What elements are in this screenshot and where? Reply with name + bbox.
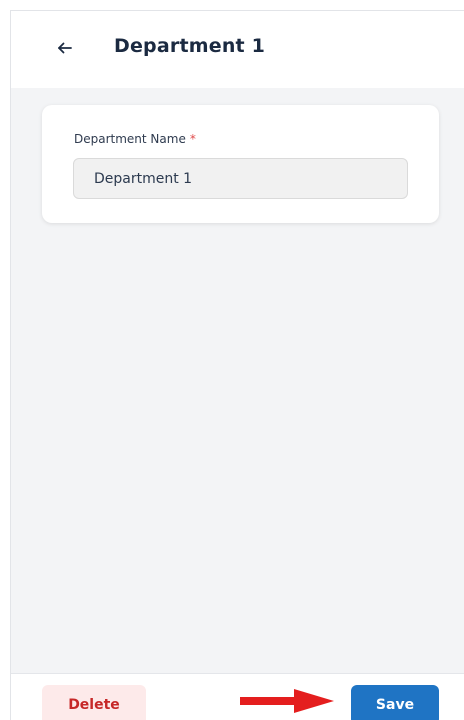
- back-arrow-icon[interactable]: [55, 38, 75, 58]
- page-title: Department 1: [114, 35, 266, 57]
- action-footer: Delete Save: [11, 673, 464, 720]
- page-header: Department 1: [11, 11, 464, 88]
- department-name-input[interactable]: [73, 158, 408, 199]
- save-button[interactable]: Save: [351, 685, 439, 720]
- red-arrow-icon: [240, 688, 334, 714]
- department-name-label: Department Name *: [74, 132, 196, 146]
- department-form-card: Department Name *: [42, 105, 439, 223]
- department-name-label-text: Department Name: [74, 132, 186, 146]
- app-frame: Department 1 Department Name* Delete Sav…: [10, 10, 464, 720]
- delete-button[interactable]: Delete: [42, 685, 146, 720]
- required-asterisk: *: [189, 132, 196, 146]
